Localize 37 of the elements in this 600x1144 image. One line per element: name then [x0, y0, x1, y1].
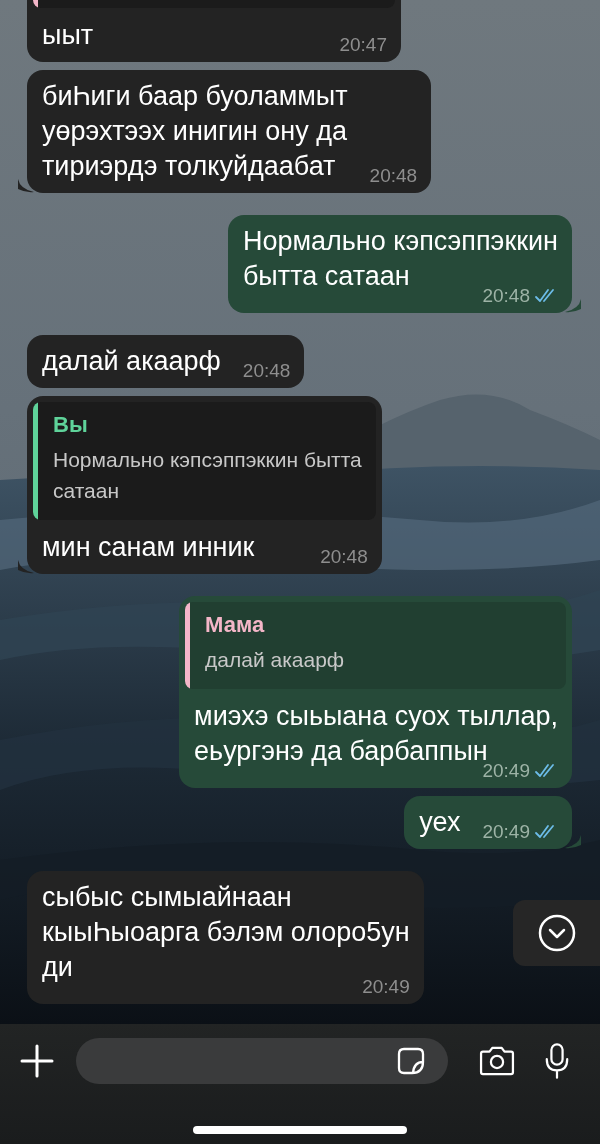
microphone-button[interactable] [544, 1042, 570, 1080]
message-text: уех [419, 806, 461, 839]
message-bubble[interactable]: ыыт 20:47 [27, 0, 401, 62]
message-bubble[interactable]: биҺиги баар буоламмыт уөрэхтээх инигин ону да тириэрдэ толкуйдаабат 20:48 [27, 70, 432, 193]
message-bubble[interactable]: далай акаарф 20:48 [27, 335, 305, 388]
add-button[interactable] [20, 1044, 54, 1078]
message-text: мин санам инник [42, 531, 255, 564]
message-time: 20:48 [482, 284, 530, 308]
message-input-field[interactable] [76, 1038, 448, 1084]
message-bubble[interactable]: Нормально кэпсэппэккин бытта сатаан 20:48 [227, 215, 572, 313]
message-bubble[interactable]: сыбыс сымыайнаан кыыҺыоарга бэлэм олоро5ун ди 20:49 [27, 871, 424, 1004]
message-bubble[interactable]: уех 20:49 [404, 796, 572, 849]
plus-icon [20, 1044, 54, 1078]
scroll-down-button[interactable] [513, 900, 600, 966]
message-time: 20:49 [482, 760, 530, 783]
quote-author: Мама [205, 612, 266, 638]
quote-block[interactable]: Мама далай акаарф [185, 602, 566, 689]
quote-text: Нормально кэпсэппэккин бытта сатаан [53, 447, 362, 504]
camera-icon [478, 1046, 516, 1076]
message-time: 20:49 [482, 820, 530, 844]
quote-block[interactable]: Вы Нормально кэпсэппэккин бытта сатаан [33, 402, 376, 520]
message-time: 20:47 [339, 33, 387, 57]
message-text: биҺиги баар буоламмыт уөрэхтээх инигин ону да тириэрдэ толкуйдаабат [42, 80, 348, 183]
message-text: ыыт [42, 19, 94, 52]
message-time: 20:49 [362, 975, 410, 999]
sticker-icon[interactable] [396, 1046, 426, 1076]
message-time: 20:48 [242, 359, 291, 383]
message-bubble[interactable]: Вы Нормально кэпсэппэккин бытта сатаан мин санам инник 20:48 [27, 396, 382, 574]
quote-author: Вы [53, 412, 89, 438]
message-bubble[interactable]: Мама далай акаарф миэхэ сыьыана суох тыллар, еьургэнэ да барбаппын 20:49 [179, 596, 572, 788]
message-text: далай акаарф [42, 345, 221, 378]
message-time: 20:48 [320, 545, 368, 569]
camera-button[interactable] [478, 1046, 516, 1076]
message-time: 20:48 [369, 164, 418, 188]
chevron-down-icon [536, 913, 577, 953]
microphone-icon [544, 1042, 570, 1080]
quote-text: далай акаарф [205, 647, 345, 673]
